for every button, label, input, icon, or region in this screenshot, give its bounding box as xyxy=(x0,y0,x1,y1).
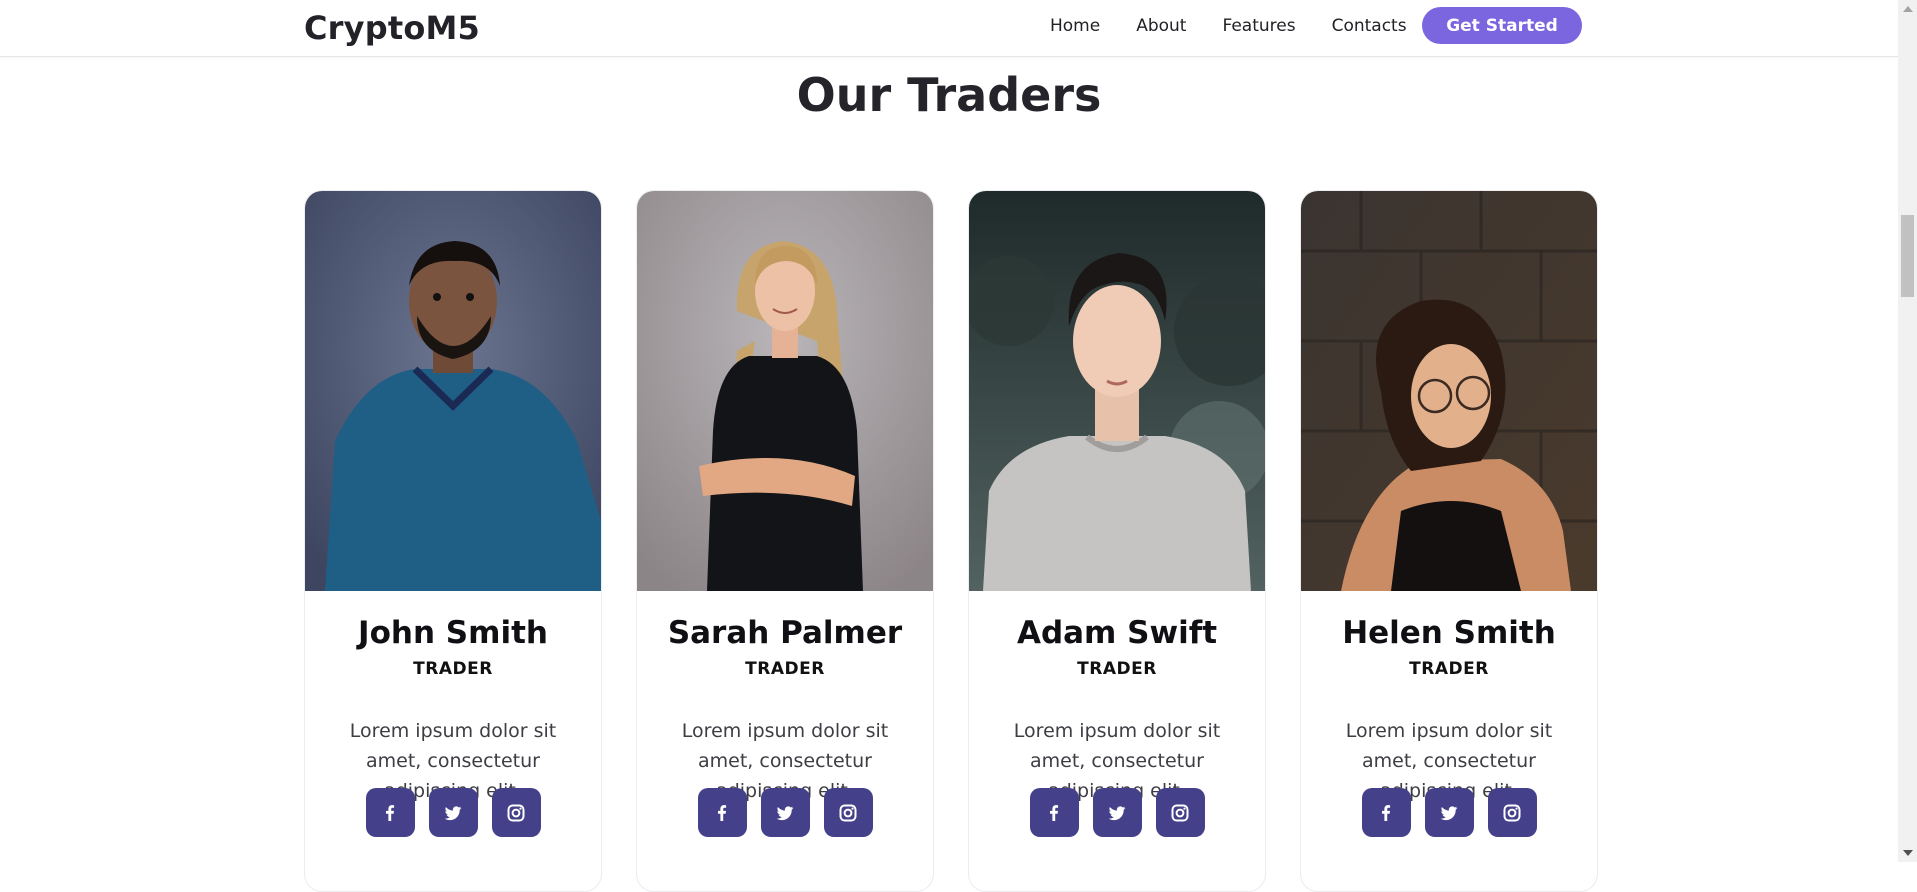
trader-photo xyxy=(1301,191,1597,591)
trader-photo xyxy=(305,191,601,591)
section-title: Our Traders xyxy=(796,68,1102,122)
nav-links: Home About Features Contacts xyxy=(1050,15,1407,37)
trader-role: TRADER xyxy=(1077,659,1157,679)
instagram-button[interactable] xyxy=(1155,788,1205,837)
twitter-icon xyxy=(444,805,462,820)
twitter-button[interactable] xyxy=(760,788,810,837)
scroll-thumb[interactable] xyxy=(1901,215,1914,297)
trader-photo xyxy=(637,191,933,591)
trader-card: Helen Smith TRADER Lorem ipsum dolor sit… xyxy=(1300,190,1598,892)
nav-link-home[interactable]: Home xyxy=(1050,16,1100,36)
nav-link-about[interactable]: About xyxy=(1136,16,1186,36)
traders-grid: John Smith TRADER Lorem ipsum dolor sit … xyxy=(304,190,1598,892)
facebook-icon xyxy=(718,804,727,821)
trader-name: John Smith xyxy=(358,615,548,651)
instagram-icon xyxy=(839,804,857,821)
brand-logo[interactable]: CryptoM5 xyxy=(304,9,480,47)
instagram-icon xyxy=(507,804,525,821)
scroll-down-arrow-icon[interactable] xyxy=(1903,850,1913,856)
facebook-button[interactable] xyxy=(1029,788,1079,837)
social-links xyxy=(969,788,1265,837)
social-links xyxy=(637,788,933,837)
trader-card: Adam Swift TRADER Lorem ipsum dolor sit … xyxy=(968,190,1266,892)
facebook-icon xyxy=(386,804,395,821)
trader-card: John Smith TRADER Lorem ipsum dolor sit … xyxy=(304,190,602,892)
twitter-icon xyxy=(1108,805,1126,820)
facebook-icon xyxy=(1050,804,1059,821)
trader-name: Sarah Palmer xyxy=(667,615,903,651)
social-links xyxy=(1301,788,1597,837)
twitter-button[interactable] xyxy=(428,788,478,837)
trader-role: TRADER xyxy=(1409,659,1489,679)
twitter-icon xyxy=(776,805,794,820)
nav-link-features[interactable]: Features xyxy=(1222,16,1295,36)
social-links xyxy=(305,788,601,837)
vertical-scrollbar[interactable] xyxy=(1898,0,1917,862)
facebook-button[interactable] xyxy=(1361,788,1411,837)
trader-card: Sarah Palmer TRADER Lorem ipsum dolor si… xyxy=(636,190,934,892)
trader-role: TRADER xyxy=(413,659,493,679)
instagram-icon xyxy=(1503,804,1521,821)
trader-name: Adam Swift xyxy=(1016,615,1218,651)
instagram-button[interactable] xyxy=(823,788,873,837)
nav-link-contacts[interactable]: Contacts xyxy=(1332,16,1407,36)
instagram-button[interactable] xyxy=(1487,788,1537,837)
scroll-up-arrow-icon[interactable] xyxy=(1903,6,1913,12)
trader-role: TRADER xyxy=(745,659,825,679)
trader-name: Helen Smith xyxy=(1342,615,1556,651)
twitter-button[interactable] xyxy=(1424,788,1474,837)
instagram-button[interactable] xyxy=(491,788,541,837)
get-started-button[interactable]: Get Started xyxy=(1422,7,1582,44)
facebook-button[interactable] xyxy=(697,788,747,837)
twitter-icon xyxy=(1440,805,1458,820)
facebook-icon xyxy=(1382,804,1391,821)
twitter-button[interactable] xyxy=(1092,788,1142,837)
navbar: CryptoM5 Home About Features Contacts Ge… xyxy=(0,0,1898,57)
facebook-button[interactable] xyxy=(365,788,415,837)
trader-photo xyxy=(969,191,1265,591)
instagram-icon xyxy=(1171,804,1189,821)
